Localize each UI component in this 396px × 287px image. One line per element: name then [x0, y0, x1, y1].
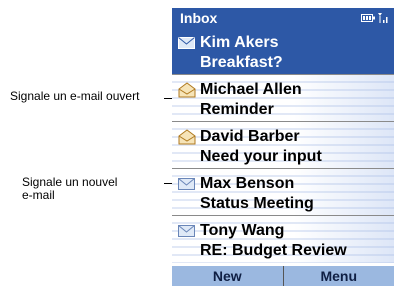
message-sender: Michael Allen: [200, 81, 302, 98]
message-item[interactable]: Kim Akers Breakfast?: [172, 28, 394, 75]
message-subject: Breakfast?: [200, 54, 283, 71]
message-item[interactable]: David Barber Need your input: [172, 122, 394, 169]
menu-softkey[interactable]: Menu: [282, 266, 395, 286]
battery-icon: [361, 13, 375, 23]
message-sender: David Barber: [200, 128, 300, 145]
title-bar: Inbox: [172, 8, 394, 28]
message-subject: Status Meeting: [200, 195, 314, 212]
phone-screen: Inbox Kim Akers Breakfast? Michael Allen…: [172, 8, 394, 286]
status-icons: [361, 12, 389, 24]
message-sender: Max Benson: [200, 175, 295, 192]
callout-new-email: Signale un nouvel e-mail: [22, 176, 117, 202]
message-subject: Need your input: [200, 148, 322, 165]
message-subject: Reminder: [200, 101, 274, 118]
inbox-title: Inbox: [180, 10, 218, 26]
message-sender: Tony Wang: [200, 222, 285, 239]
message-sender: Kim Akers: [200, 34, 279, 51]
callout-opened-email: Signale un e-mail ouvert: [10, 89, 140, 103]
mail-closed-icon: [178, 175, 200, 193]
message-subject: RE: Budget Review: [200, 242, 347, 259]
mail-open-icon: [178, 81, 200, 99]
signal-icon: [377, 12, 389, 24]
softkey-bar: New Menu: [172, 266, 394, 286]
mail-closed-icon: [178, 34, 200, 52]
callout-new-email-line2: e-mail: [22, 188, 55, 202]
message-item[interactable]: Michael Allen Reminder: [172, 75, 394, 122]
message-item[interactable]: Tony Wang RE: Budget Review: [172, 216, 394, 263]
new-softkey[interactable]: New: [172, 266, 283, 286]
message-item[interactable]: Max Benson Status Meeting: [172, 169, 394, 216]
mail-open-icon: [178, 128, 200, 146]
mail-closed-icon: [178, 222, 200, 240]
message-list: Kim Akers Breakfast? Michael Allen Remin…: [172, 28, 394, 263]
